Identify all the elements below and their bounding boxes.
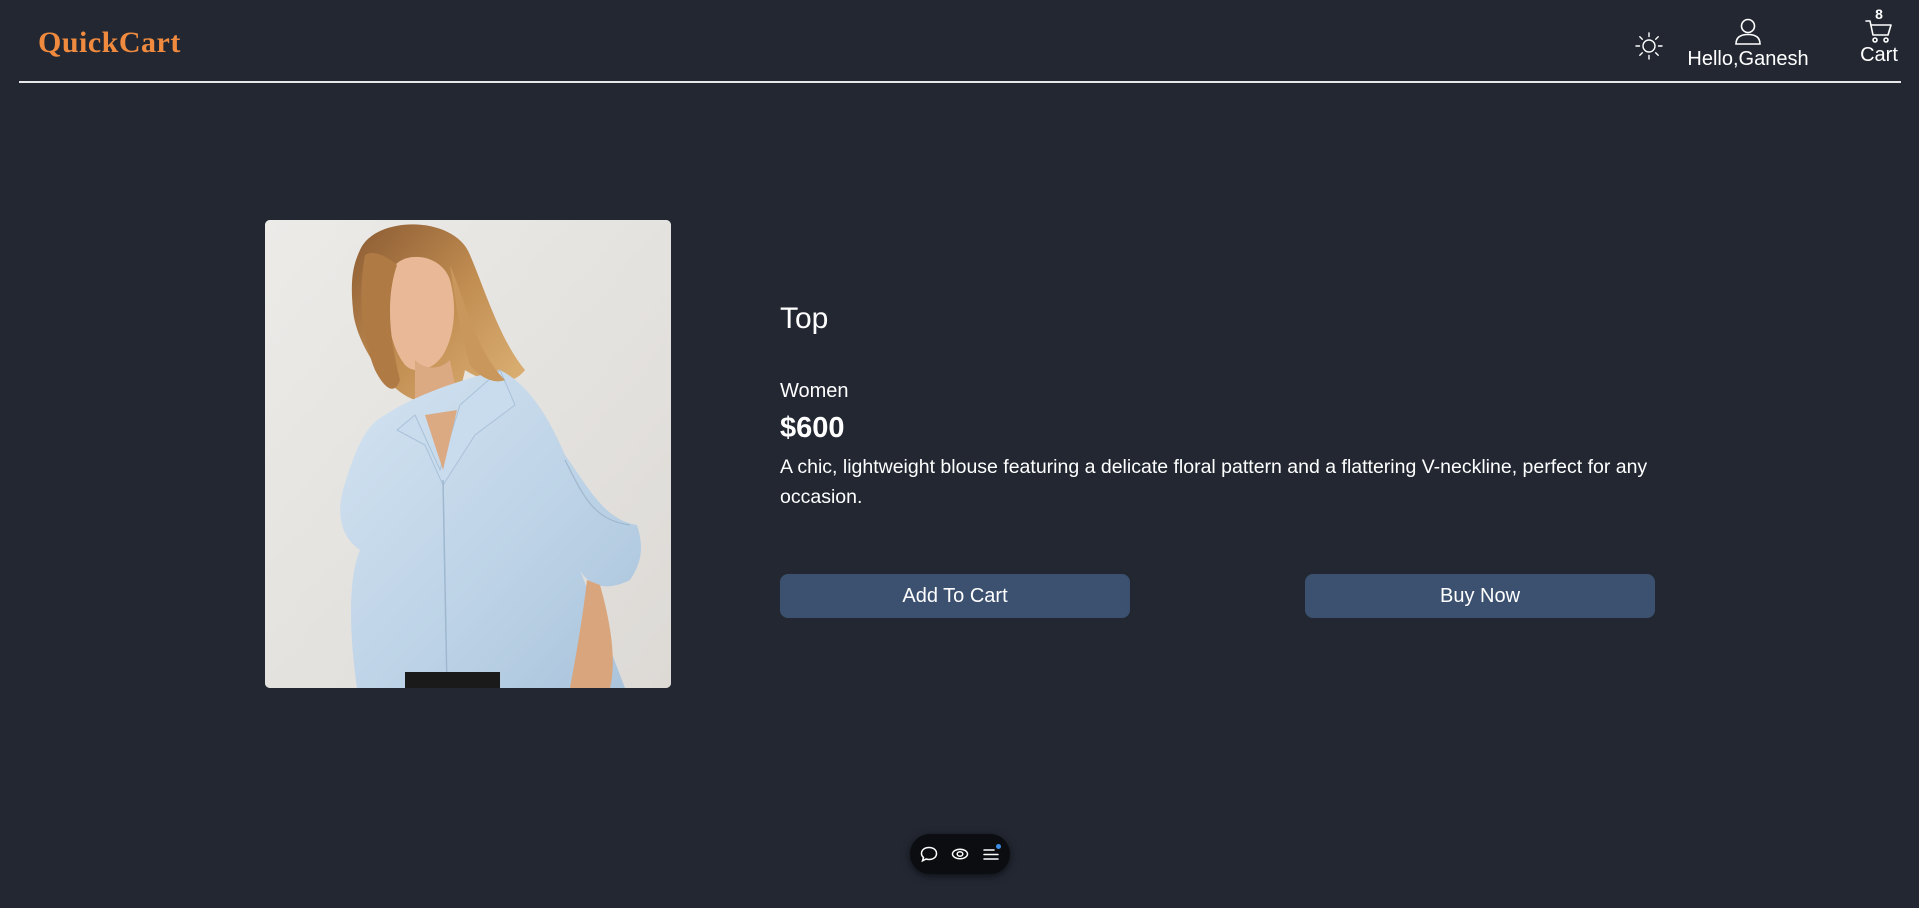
floating-toolbar [910, 834, 1010, 874]
theme-toggle-button[interactable] [1633, 30, 1665, 62]
brand-logo[interactable]: QuickCart [38, 26, 181, 60]
user-account-menu[interactable]: Hello,Ganesh [1683, 16, 1813, 71]
user-icon [1735, 18, 1761, 45]
cart-count-badge: 8 [1875, 6, 1883, 22]
buy-now-button[interactable]: Buy Now [1305, 574, 1655, 618]
cart-button[interactable]: 8 Cart [1853, 6, 1905, 67]
product-page: QuickCart Hello,Ganesh 8 Cart Top Women … [0, 0, 1919, 908]
product-photo-blouse [265, 220, 671, 688]
user-greeting: Hello,Ganesh [1687, 48, 1809, 70]
menu-button[interactable] [981, 844, 1001, 864]
product-image [265, 220, 671, 688]
notification-dot [996, 844, 1001, 849]
add-to-cart-button[interactable]: Add To Cart [780, 574, 1130, 618]
product-description: A chic, lightweight blouse featuring a d… [780, 456, 1648, 508]
cart-label: Cart [1860, 44, 1898, 66]
eye-icon [951, 848, 969, 860]
product-price: $600 [780, 412, 845, 444]
top-navbar: QuickCart Hello,Ganesh 8 Cart [19, 0, 1901, 83]
chat-button[interactable] [919, 844, 939, 864]
preview-button[interactable] [950, 844, 970, 864]
chat-icon [920, 846, 938, 863]
product-category: Women [780, 380, 849, 402]
sun-icon [1635, 32, 1663, 60]
product-name: Top [780, 302, 829, 335]
